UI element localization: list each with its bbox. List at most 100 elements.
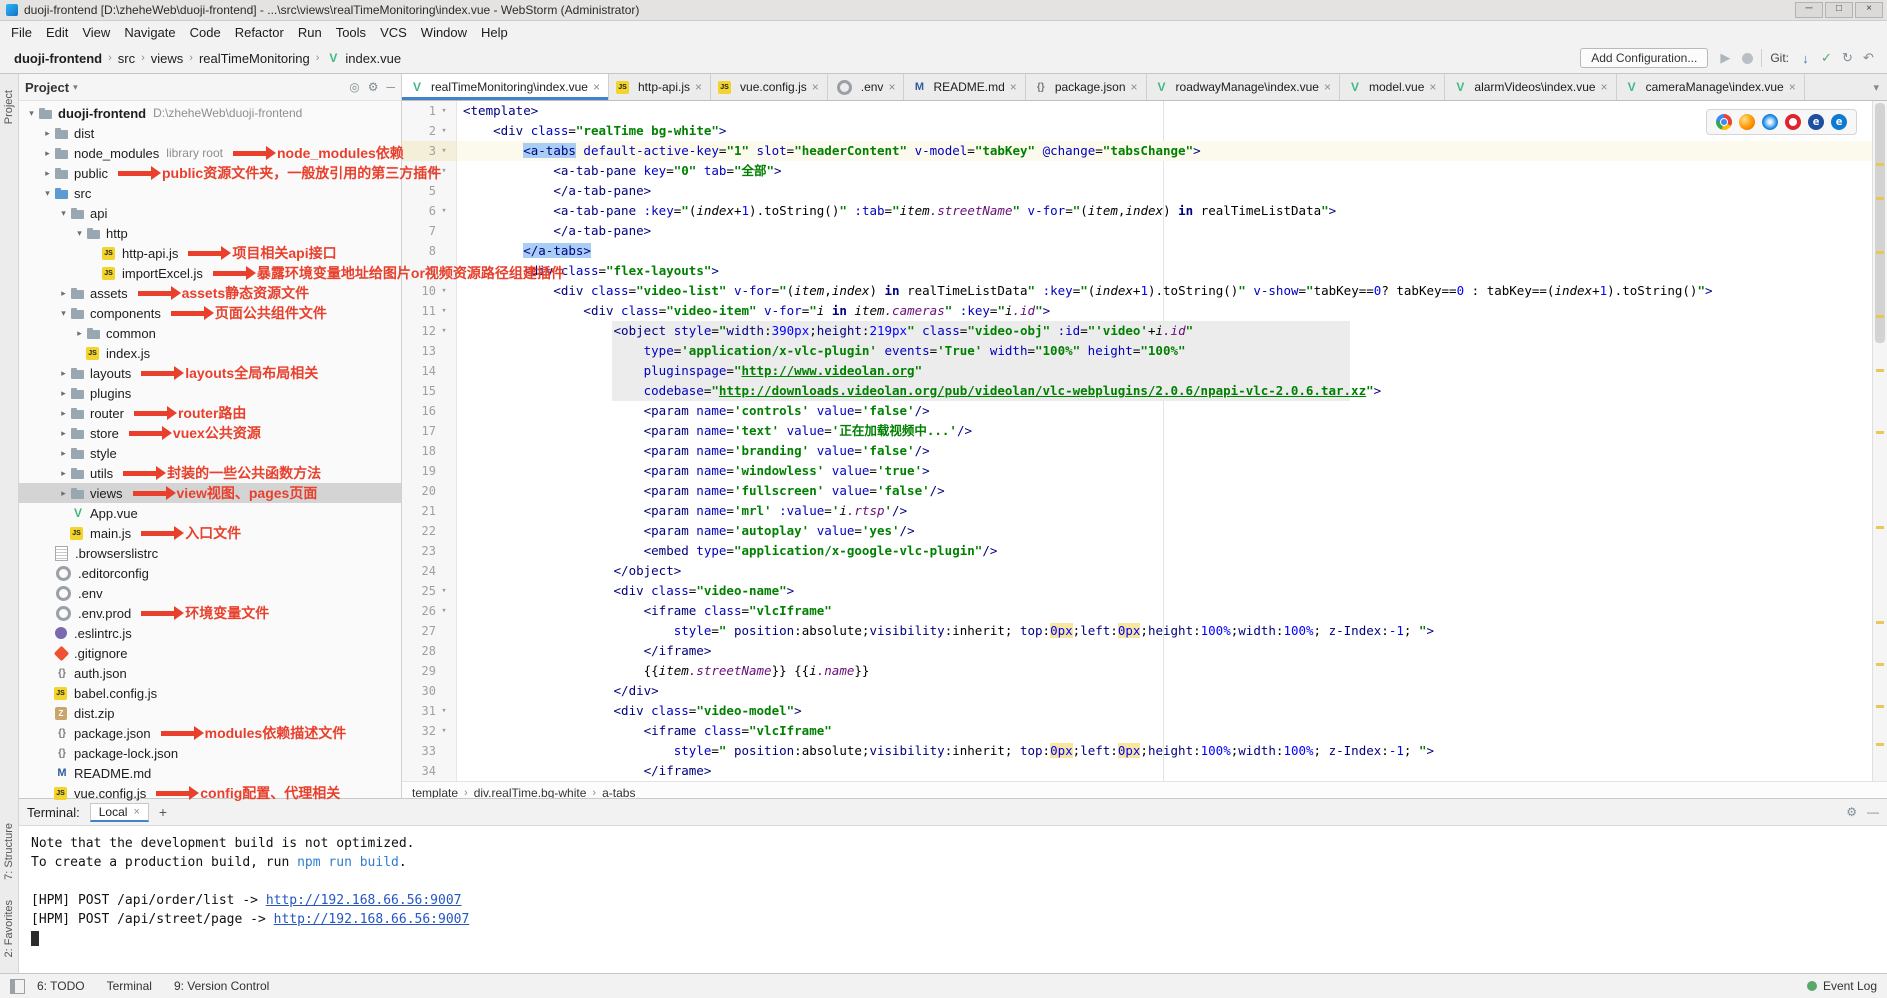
line-number[interactable]: 32 bbox=[402, 721, 436, 741]
code-token[interactable] bbox=[463, 223, 553, 238]
code-text[interactable]: <div class="video-list" v-for="(item,ind… bbox=[457, 281, 1713, 301]
code-token[interactable]: item bbox=[900, 203, 930, 218]
terminal-output[interactable]: Note that the development build is not o… bbox=[19, 826, 1887, 973]
close-tab-icon[interactable]: × bbox=[887, 80, 896, 94]
code-token[interactable]: in bbox=[885, 283, 900, 298]
code-token[interactable]: name bbox=[689, 443, 727, 458]
tree-item[interactable]: .eslintrc.js bbox=[19, 623, 401, 643]
tree-item[interactable]: JSimportExcel.js暴露环境变量地址给图片or视频资源路径组建插件 bbox=[19, 263, 401, 283]
code-token[interactable]: 'true' bbox=[877, 463, 922, 478]
editor-gutter[interactable]: 8 bbox=[402, 241, 457, 261]
code-token[interactable]: "tabsChange" bbox=[1103, 143, 1193, 158]
code-token[interactable]: type bbox=[689, 543, 727, 558]
line-number[interactable]: 21 bbox=[402, 501, 436, 521]
code-token[interactable]: realTimeListData bbox=[1193, 203, 1321, 218]
terminal-link[interactable]: http://192.168.66.56:9007 bbox=[274, 912, 470, 927]
code-token[interactable]: /> bbox=[915, 443, 930, 458]
code-token[interactable]: i bbox=[1005, 303, 1013, 318]
code-text[interactable]: </iframe> bbox=[457, 641, 711, 661]
code-token[interactable]: <param bbox=[644, 523, 689, 538]
code-text[interactable]: </div> bbox=[457, 681, 659, 701]
firefox-icon[interactable] bbox=[1739, 114, 1755, 130]
code-token[interactable]: ' bbox=[885, 503, 893, 518]
code-token[interactable]: :key bbox=[636, 203, 674, 218]
code-token[interactable]: > bbox=[711, 263, 719, 278]
editor-gutter[interactable]: 22 bbox=[402, 521, 457, 541]
code-token[interactable] bbox=[824, 303, 832, 318]
code-token[interactable]: :id bbox=[1050, 323, 1080, 338]
menu-file[interactable]: File bbox=[4, 23, 39, 42]
code-token[interactable]: " bbox=[1306, 283, 1314, 298]
code-text[interactable]: <div class="video-item" v-for="i in item… bbox=[457, 301, 1050, 321]
menu-navigate[interactable]: Navigate bbox=[117, 23, 182, 42]
tree-toggle-icon[interactable]: ▸ bbox=[41, 128, 54, 139]
code-token[interactable]: = bbox=[854, 403, 862, 418]
code-token[interactable] bbox=[463, 443, 644, 458]
code-token[interactable]: " bbox=[719, 623, 734, 638]
editor-gutter[interactable]: 2▾ bbox=[402, 121, 457, 141]
breadcrumb-item[interactable]: Vindex.vue bbox=[323, 50, 403, 66]
code-token[interactable]: width bbox=[1238, 623, 1276, 638]
code-token[interactable]: 'autoplay' bbox=[734, 523, 809, 538]
code-text[interactable]: <iframe class="vlcIframe" bbox=[457, 601, 832, 621]
code-token[interactable]: : bbox=[1381, 623, 1389, 638]
code-token[interactable]: > bbox=[1193, 143, 1201, 158]
code-token[interactable]: ; bbox=[1404, 743, 1419, 758]
code-token[interactable]: tabKey== bbox=[1314, 283, 1374, 298]
code-token[interactable]: " bbox=[997, 303, 1005, 318]
tree-toggle-icon[interactable]: ▸ bbox=[57, 488, 70, 499]
code-text[interactable]: <param name='branding' value='false'/> bbox=[457, 441, 930, 461]
editor-tab[interactable]: VroadwayManage\index.vue× bbox=[1147, 74, 1340, 100]
tree-item[interactable]: ▸routerrouter路由 bbox=[19, 403, 401, 423]
tree-toggle-icon[interactable]: ▸ bbox=[57, 388, 70, 399]
code-text[interactable]: <template> bbox=[457, 101, 538, 121]
code-token[interactable]: 'controls' bbox=[734, 403, 809, 418]
tree-toggle-icon[interactable]: ▸ bbox=[57, 408, 70, 419]
code-token[interactable]: : bbox=[1043, 743, 1051, 758]
editor-tab[interactable]: MREADME.md× bbox=[904, 74, 1025, 100]
tree-item[interactable]: ▸storevuex公共资源 bbox=[19, 423, 401, 443]
code-token[interactable]: = bbox=[568, 123, 576, 138]
editor-gutter[interactable]: 30 bbox=[402, 681, 457, 701]
code-token[interactable]: }} {{ bbox=[772, 663, 810, 678]
code-token[interactable]: <div bbox=[614, 703, 644, 718]
tree-item[interactable]: ▸plugins bbox=[19, 383, 401, 403]
code-token[interactable]: ; bbox=[1404, 623, 1419, 638]
code-token[interactable]: default-active-key bbox=[576, 143, 719, 158]
code-text[interactable]: pluginspage="http://www.videolan.org" bbox=[457, 361, 922, 381]
code-token[interactable]: 0px bbox=[1118, 743, 1141, 758]
code-token[interactable]: 'false' bbox=[877, 483, 930, 498]
menu-help[interactable]: Help bbox=[474, 23, 515, 42]
code-token[interactable]: = bbox=[726, 483, 734, 498]
add-configuration-button[interactable]: Add Configuration... bbox=[1580, 48, 1708, 68]
line-number[interactable]: 26 bbox=[402, 601, 436, 621]
code-token[interactable]: <object bbox=[614, 323, 667, 338]
code-token[interactable]: "video-list" bbox=[636, 283, 726, 298]
code-token[interactable]: i bbox=[839, 503, 847, 518]
code-text[interactable]: <div class="realTime bg-white"> bbox=[457, 121, 726, 141]
code-token[interactable]: ; bbox=[1140, 623, 1148, 638]
code-token[interactable]: top bbox=[1020, 623, 1043, 638]
line-number[interactable]: 24 bbox=[402, 561, 436, 581]
code-token[interactable]: </a-tab-pane> bbox=[553, 183, 651, 198]
code-token[interactable] bbox=[463, 323, 614, 338]
code-token[interactable]: value bbox=[809, 523, 854, 538]
history-icon[interactable]: ↻ bbox=[1839, 50, 1856, 66]
tree-item[interactable]: ▾api bbox=[19, 203, 401, 223]
editor-tab[interactable]: {}package.json× bbox=[1026, 74, 1147, 100]
code-token[interactable]: /> bbox=[892, 503, 907, 518]
code-token[interactable]: > bbox=[1043, 303, 1051, 318]
editor-gutter[interactable]: 31▾ bbox=[402, 701, 457, 721]
code-token[interactable]: " bbox=[1697, 283, 1705, 298]
code-token[interactable]: + bbox=[1148, 323, 1156, 338]
code-token[interactable]: http://www.videolan.org bbox=[741, 363, 914, 378]
code-token[interactable]: 100% bbox=[1283, 623, 1313, 638]
code-token[interactable]: height bbox=[817, 323, 862, 338]
code-token[interactable] bbox=[463, 483, 644, 498]
code-token[interactable]: 'branding' bbox=[734, 443, 809, 458]
editor-gutter[interactable]: 5 bbox=[402, 181, 457, 201]
settings-icon[interactable]: ⚙ bbox=[1846, 805, 1857, 819]
line-number[interactable]: 14 bbox=[402, 361, 436, 381]
fold-marker[interactable]: ▾ bbox=[436, 721, 452, 741]
line-number[interactable]: 15 bbox=[402, 381, 436, 401]
